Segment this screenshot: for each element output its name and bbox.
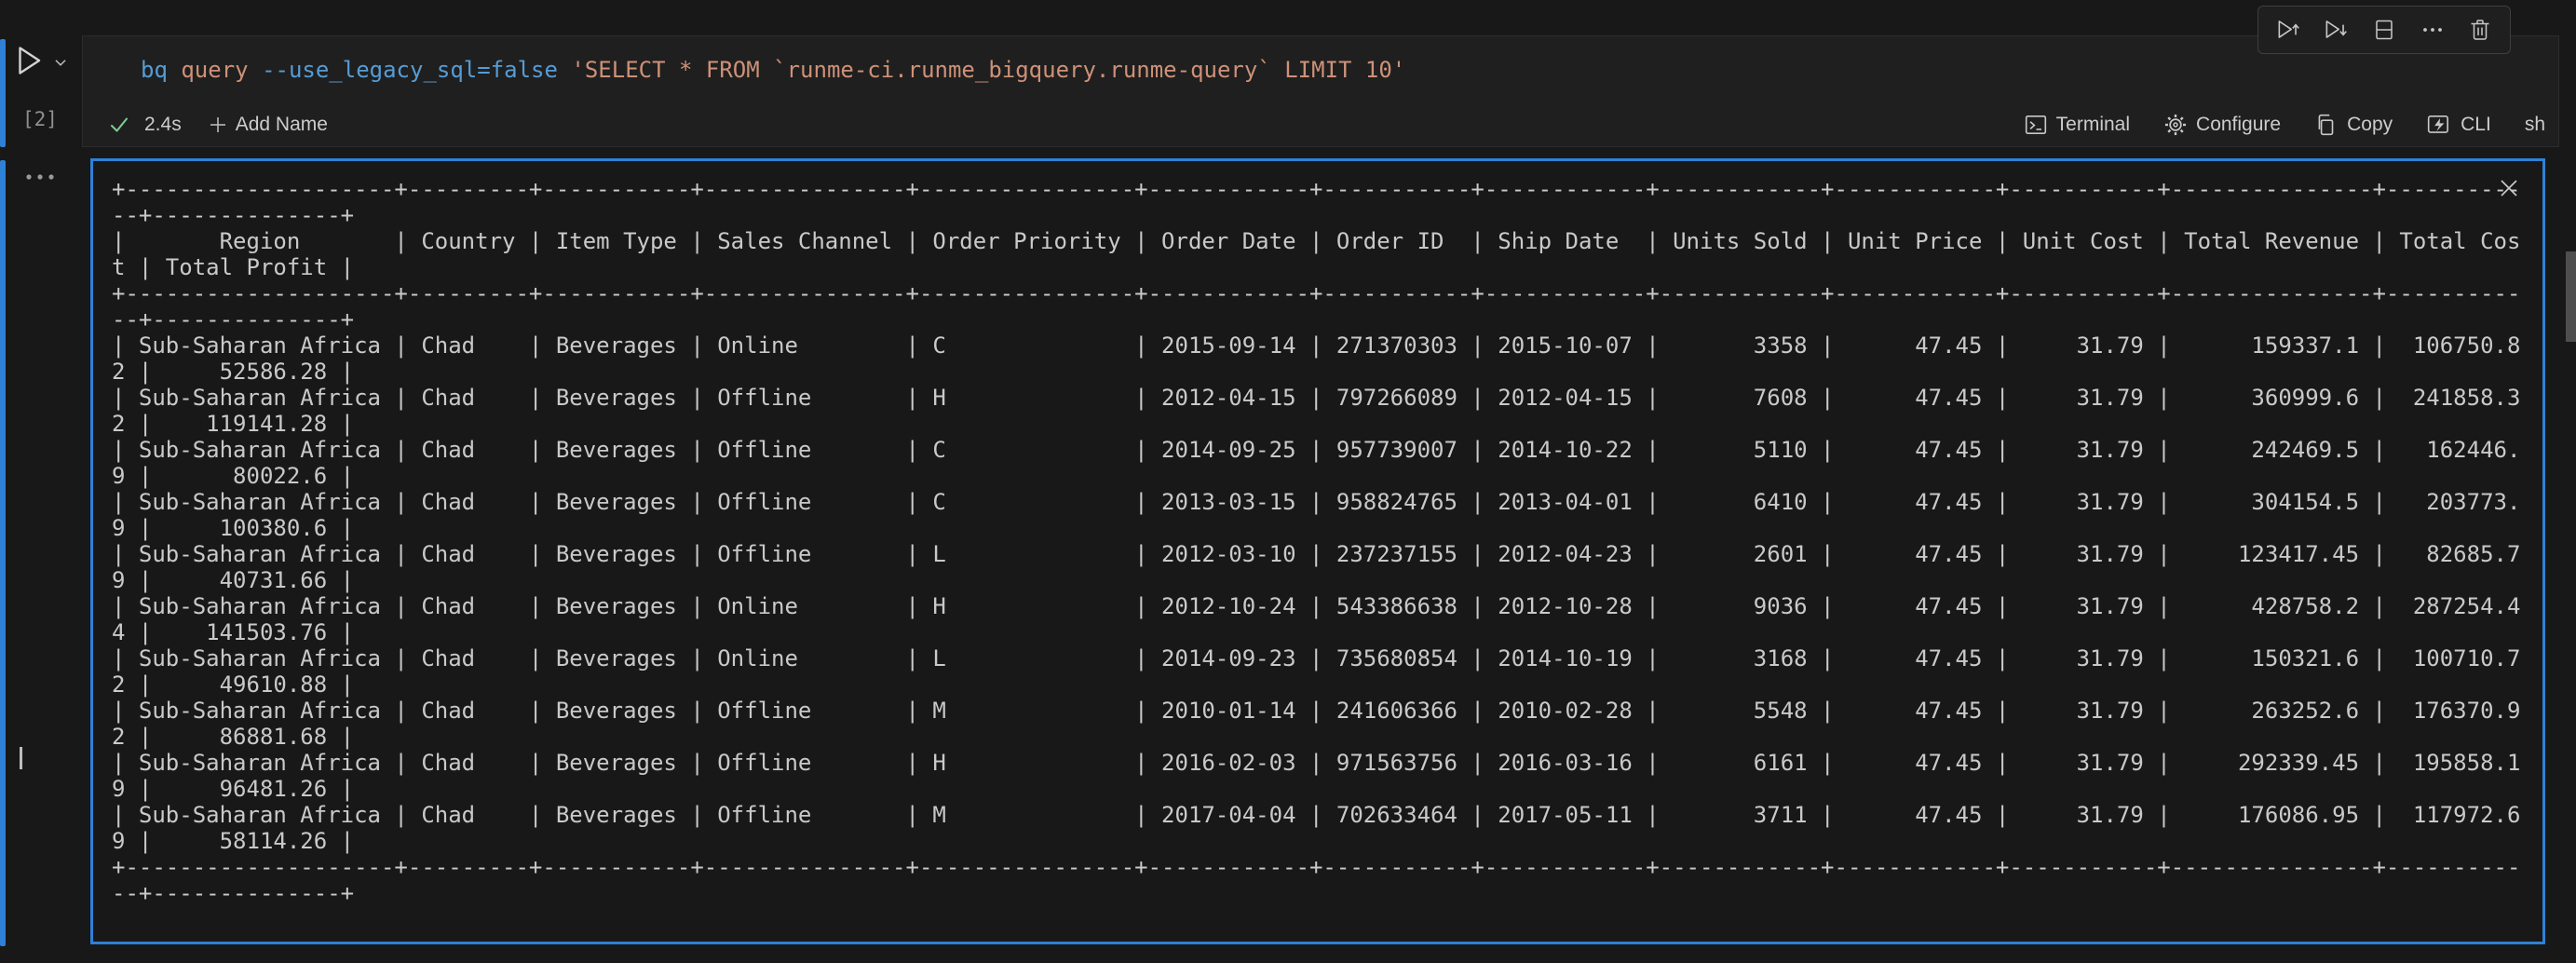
cli-icon [2426, 113, 2452, 137]
notebook-cell: bq query --use_legacy_sql=false 'SELECT … [82, 35, 2559, 147]
code-line: bq query --use_legacy_sql=false 'SELECT … [141, 57, 1405, 83]
delete-cell-button[interactable] [2464, 14, 2496, 46]
execution-count: [2] [22, 108, 58, 130]
terminal-close-button[interactable] [2498, 177, 2520, 199]
status-left: 2.4s Add Name [107, 103, 328, 146]
close-icon [2498, 177, 2520, 199]
run-cell-button[interactable] [11, 41, 50, 84]
configure-label: Configure [2196, 114, 2281, 136]
ellipsis-icon [24, 170, 58, 184]
terminal-action[interactable]: Terminal [2024, 113, 2130, 137]
run-above-icon [2274, 16, 2302, 44]
output-more-actions-button[interactable] [24, 170, 58, 184]
add-name-label: Add Name [236, 114, 328, 136]
copy-action[interactable]: Copy [2314, 113, 2393, 137]
split-cell-icon [2371, 17, 2397, 43]
shell-type-label: sh [2525, 114, 2545, 136]
run-cell-icon [11, 41, 50, 80]
check-icon [107, 113, 131, 137]
execute-cells-above-button[interactable] [2272, 14, 2304, 46]
terminal-cursor [20, 747, 22, 769]
terminal-output[interactable]: +--------------------+---------+--------… [90, 158, 2545, 944]
notebook-window: [2] bq query --use_legacy_sql=false 'SEL… [0, 0, 2576, 963]
add-name-button[interactable]: Add Name [208, 114, 328, 136]
cli-action[interactable]: CLI [2426, 113, 2491, 137]
split-cell-button[interactable] [2368, 14, 2400, 46]
cell-status-bar: 2.4s Add Name [83, 103, 2558, 146]
chevron-down-icon [52, 54, 69, 71]
cli-label: CLI [2461, 114, 2491, 136]
plus-icon [208, 115, 228, 135]
output-focus-bar [0, 160, 6, 946]
more-actions-button[interactable] [2417, 14, 2448, 46]
run-options-button[interactable] [52, 54, 69, 71]
cell-focus-bar [0, 39, 6, 147]
cell-toolbar [2257, 6, 2511, 54]
ellipsis-icon [2420, 18, 2445, 42]
execution-duration: 2.4s [144, 114, 182, 136]
configure-action[interactable]: Configure [2163, 113, 2281, 137]
run-below-icon [2322, 16, 2350, 44]
code-editor[interactable]: bq query --use_legacy_sql=false 'SELECT … [83, 36, 2558, 103]
shell-type: sh [2525, 114, 2545, 136]
terminal-text: +--------------------+---------+--------… [93, 161, 2542, 906]
trash-icon [2467, 17, 2493, 43]
copy-label: Copy [2347, 114, 2393, 136]
terminal-icon [2024, 113, 2048, 137]
copy-icon [2314, 113, 2339, 137]
execute-cell-and-below-button[interactable] [2320, 14, 2352, 46]
terminal-label: Terminal [2056, 114, 2130, 136]
status-actions: Terminal [2024, 103, 2545, 146]
window-scrollbar-thumb[interactable] [2566, 251, 2576, 342]
gear-icon [2163, 113, 2188, 137]
